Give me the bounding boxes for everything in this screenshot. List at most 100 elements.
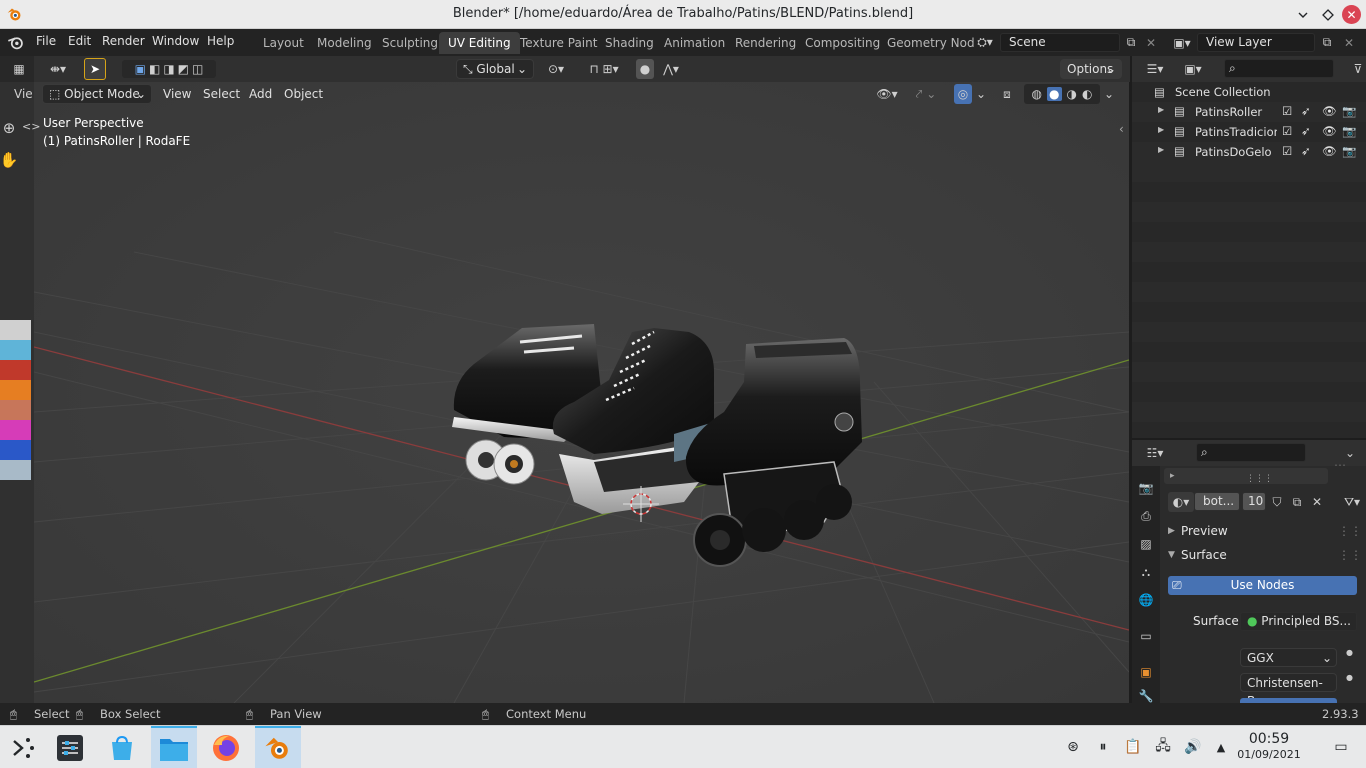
tab-texture-paint[interactable]: Texture Paint: [511, 32, 606, 54]
camera-icon[interactable]: 📷: [1342, 104, 1356, 118]
menu-help[interactable]: Help: [207, 34, 234, 48]
menu-render[interactable]: Render: [102, 34, 145, 48]
network-tray-button[interactable]: 🖧: [1154, 738, 1172, 756]
properties-search-field[interactable]: ⌕: [1196, 443, 1306, 462]
view-layer-selector-button[interactable]: ▣▾: [1168, 33, 1196, 52]
fake-user-button[interactable]: ⛉: [1268, 492, 1286, 512]
options-dropdown[interactable]: Options ⌄: [1060, 59, 1122, 79]
sidebar-toggle-icon[interactable]: ‹: [1119, 122, 1124, 136]
clipboard-tray-button[interactable]: 📋: [1124, 738, 1142, 756]
toolbar-toggle-icon[interactable]: <>: [22, 120, 40, 133]
tab-animation[interactable]: Animation: [655, 32, 734, 54]
tray-expand-button[interactable]: ▲: [1212, 738, 1230, 756]
camera-icon[interactable]: 📷: [1342, 144, 1356, 158]
preview-panel-header[interactable]: ▶ Preview ⋮⋮: [1160, 520, 1366, 542]
editor-type-button[interactable]: ▦: [8, 59, 30, 79]
node-tree-browse-button[interactable]: ⛛▾: [1338, 492, 1366, 512]
collection-properties-tab[interactable]: ▭: [1136, 626, 1156, 646]
world-properties-tab[interactable]: 🌐: [1136, 590, 1156, 610]
viewport-menu-select[interactable]: Select: [196, 84, 247, 104]
firefox-button[interactable]: [203, 726, 249, 768]
outliner-collection-row[interactable]: ▶ ▤ PatinsDoGelo ☑ ➶ 👁 📷: [1132, 142, 1366, 162]
outliner-editor-type-button[interactable]: ☰▾: [1140, 59, 1170, 79]
surface-shader-field[interactable]: ● Principled BS...: [1240, 612, 1357, 631]
proportional-editing-toggle[interactable]: ●: [636, 59, 654, 79]
surface-panel-header[interactable]: ▼ Surface ⋮⋮: [1160, 544, 1366, 566]
tab-layout[interactable]: Layout: [254, 32, 313, 54]
blender-taskbar-button[interactable]: [255, 726, 301, 768]
palette-swatch[interactable]: [0, 380, 31, 400]
outliner-display-mode-button[interactable]: ▣▾: [1178, 59, 1208, 79]
new-scene-button[interactable]: ⧉: [1122, 33, 1140, 52]
outliner-scene-collection[interactable]: ▤ Scene Collection: [1132, 82, 1366, 102]
select-tool-button[interactable]: ➤: [84, 58, 106, 80]
delete-view-layer-button[interactable]: ✕: [1340, 33, 1358, 52]
updates-tray-button[interactable]: ⊛: [1064, 738, 1082, 756]
tab-rendering[interactable]: Rendering: [726, 32, 805, 54]
tab-geometry-nodes[interactable]: Geometry Nod: [878, 32, 984, 54]
xray-toggle[interactable]: ⧈: [998, 84, 1016, 104]
outliner-search-field[interactable]: ⌕: [1224, 59, 1334, 78]
zoom-tool-button[interactable]: ⊕: [0, 118, 18, 138]
shading-mode-group[interactable]: ◍ ● ◑ ◐: [1024, 84, 1100, 104]
pivot-point-dropdown[interactable]: ⊙▾: [540, 59, 572, 79]
scene-properties-tab[interactable]: ⛬: [1136, 562, 1156, 582]
unlink-material-button[interactable]: ✕: [1308, 492, 1326, 512]
tab-compositing[interactable]: Compositing: [796, 32, 889, 54]
maximize-button[interactable]: [1318, 5, 1338, 25]
expand-arrow-icon[interactable]: ▶: [1158, 125, 1164, 134]
material-user-count[interactable]: 10: [1242, 492, 1266, 511]
scene-selector-button[interactable]: ⛭▾: [971, 33, 999, 52]
proportional-falloff-dropdown[interactable]: ⋀▾: [656, 59, 686, 79]
tab-uv-editing[interactable]: UV Editing: [439, 32, 520, 54]
eye-icon[interactable]: 👁: [1322, 124, 1337, 138]
palette-swatch[interactable]: [0, 340, 31, 360]
new-view-layer-button[interactable]: ⧉: [1318, 33, 1336, 52]
selectable-arrow-icon[interactable]: ➶: [1301, 104, 1311, 118]
view-layer-name-field[interactable]: View Layer: [1197, 33, 1315, 52]
tab-sculpting[interactable]: Sculpting: [373, 32, 447, 54]
system-settings-button[interactable]: [47, 726, 93, 768]
panel-drag-icon[interactable]: ⋯: [1334, 458, 1358, 472]
menu-window[interactable]: Window: [152, 34, 199, 48]
palette-swatch[interactable]: [0, 440, 31, 460]
show-desktop-button[interactable]: ▭: [1332, 738, 1350, 756]
camera-icon[interactable]: 📷: [1342, 124, 1356, 138]
expand-arrow-icon[interactable]: ▶: [1158, 145, 1164, 154]
properties-editor-type-button[interactable]: ☷▾: [1140, 443, 1170, 463]
shading-options-dropdown[interactable]: ⌄: [1102, 84, 1116, 104]
output-properties-tab[interactable]: ⎙: [1136, 506, 1156, 526]
outliner-collection-row[interactable]: ▶ ▤ PatinsRoller ☑ ➶ 👁 📷: [1132, 102, 1366, 122]
material-slot-list[interactable]: ▸ ⋮⋮⋮: [1164, 468, 1328, 484]
outliner-filter-button[interactable]: ⊽: [1350, 59, 1366, 79]
snapping-dropdown[interactable]: ⊓ ⊞▾: [580, 59, 628, 79]
view-layer-properties-tab[interactable]: ▨: [1136, 534, 1156, 554]
eye-icon[interactable]: 👁: [1322, 104, 1337, 118]
palette-swatch[interactable]: [0, 460, 31, 480]
selectable-arrow-icon[interactable]: ➶: [1301, 124, 1311, 138]
distribution-dropdown[interactable]: GGX ⌄: [1240, 648, 1337, 667]
subsurface-method-dropdown[interactable]: Christensen-B...⌄: [1240, 673, 1337, 708]
selectable-arrow-icon[interactable]: ➶: [1301, 144, 1311, 158]
scene-name-field[interactable]: Scene: [1000, 33, 1120, 52]
visibility-dropdown[interactable]: 👁▾: [872, 84, 902, 104]
expand-arrow-icon[interactable]: ▶: [1158, 105, 1164, 114]
left-strip-view-menu[interactable]: Vie: [14, 87, 33, 101]
keyframe-dot-icon[interactable]: ●: [1346, 673, 1353, 682]
menu-edit[interactable]: Edit: [68, 34, 91, 48]
application-launcher-button[interactable]: [0, 726, 46, 768]
minimize-button[interactable]: [1293, 5, 1313, 25]
tab-modeling[interactable]: Modeling: [308, 32, 381, 54]
outliner-collection-row[interactable]: ▶ ▤ PatinsTradiciona ☑ ➶ 👁 📷: [1132, 122, 1366, 142]
pan-tool-button[interactable]: ✋: [0, 150, 18, 170]
file-manager-button[interactable]: [151, 726, 197, 768]
gizmo-toggle[interactable]: ⤤ ⌄: [910, 84, 942, 104]
material-name-field[interactable]: bot...: [1194, 492, 1240, 511]
discover-store-button[interactable]: [99, 726, 145, 768]
object-mode-dropdown[interactable]: ⬚ Object Mode ⌄: [42, 84, 152, 104]
exclude-checkbox-icon[interactable]: ☑: [1282, 124, 1292, 138]
overlays-toggle[interactable]: ◎: [954, 84, 972, 104]
exclude-checkbox-icon[interactable]: ☑: [1282, 144, 1292, 158]
delete-scene-button[interactable]: ✕: [1142, 33, 1160, 52]
transform-pivot-button[interactable]: ⇼▾: [44, 59, 72, 79]
